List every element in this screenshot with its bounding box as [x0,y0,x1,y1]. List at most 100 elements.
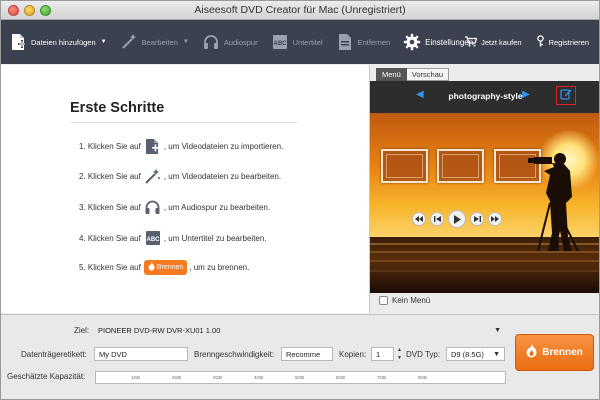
step-2: 2. Klicken Sie auf , um Videodateien zu … [79,167,281,185]
window-title: Aiseesoft DVD Creator für Mac (Unregistr… [194,4,406,16]
burn-speed-label: Brenngeschwindigkeit: [194,350,275,359]
flame-icon [526,344,537,361]
previous-button[interactable] [430,212,444,226]
step-3: 3. Klicken Sie auf , um Audiospur zu bea… [79,198,270,216]
subtitle-button[interactable]: ABC Untertitel [271,33,323,51]
fast-forward-button[interactable] [488,212,502,226]
disc-label-value: My DVD [99,350,127,359]
svg-text:ABC: ABC [273,41,287,47]
tab-preview[interactable]: Vorschau [406,68,450,81]
chapter-thumbnail-1[interactable] [381,149,428,183]
step-prefix: 3. Klicken Sie auf [79,202,141,212]
chapter-thumbnail-2[interactable] [437,149,484,183]
settings-button[interactable]: Einstellungen [403,33,473,51]
app-window: Aiseesoft DVD Creator für Mac (Unregistr… [0,0,600,400]
gear-icon [403,33,421,51]
title-bar: Aiseesoft DVD Creator für Mac (Unregistr… [1,1,599,20]
headphones-icon[interactable] [144,198,162,216]
capacity-tick-label: 4GB [254,375,264,380]
close-window-button[interactable] [8,5,19,16]
chevron-down-icon: ▼ [494,327,501,334]
remove-button[interactable]: Entfernen [336,33,391,51]
audio-track-button[interactable]: Audiospur [202,33,258,51]
capacity-label: Geschätzte Kapazität: [7,372,86,381]
audio-track-label: Audiospur [223,37,258,47]
menu-preview-segment: Menü Vorschau [376,68,450,81]
step-prefix: 2. Klicken Sie auf [79,171,141,181]
step-1: 1. Klicken Sie auf , um Videodateien zu … [79,137,283,155]
zoom-window-button[interactable] [40,5,51,16]
edit-menu-button[interactable] [556,86,576,105]
no-menu-checkbox[interactable] [379,296,388,305]
flame-icon [148,262,155,273]
burn-chip[interactable]: Brennen [143,260,188,275]
main-area: Erste Schritte 1. Klicken Sie auf , um V… [1,65,599,313]
capacity-tick-label: 8GB [418,375,428,380]
dvd-type-value: D9 (8.5G) [451,350,484,359]
copies-stepper[interactable]: ▲ ▼ [396,346,403,362]
magic-wand-icon [120,33,138,51]
style-selector: ◀ photography-style ▶ [370,81,599,113]
getting-started-panel: Erste Schritte 1. Klicken Sie auf , um V… [1,65,370,313]
capacity-tick-label: 2GB [172,375,182,380]
copies-input[interactable]: 1 [371,347,394,361]
headphones-icon [202,33,220,51]
buy-now-label: Jetzt kaufen [481,37,522,47]
chevron-down-icon: ▼ [182,39,189,45]
minimize-window-button[interactable] [24,5,35,16]
next-style-icon[interactable]: ▶ [522,89,530,100]
step-prefix: 5. Klicken Sie auf [79,263,141,272]
add-file-icon[interactable] [144,137,162,155]
chevron-down-icon: ▼ [100,39,107,45]
capacity-tick-label: 7GB [377,375,387,380]
add-files-label: Dateien hinzufügen [31,37,96,47]
cart-icon [465,35,478,49]
step-suffix: , um Videodateien zu bearbeiten. [163,171,282,181]
target-value: PIONEER DVD-RW DVR-XU01 1.00 [98,326,221,335]
capacity-tick-label: 1GB [131,375,141,380]
burn-speed-select[interactable]: Recomme [281,347,333,361]
step-suffix: , um Audiospur zu bearbeiten. [163,202,271,212]
step-4: 4. Klicken Sie auf ABC , um Untertitel z… [79,229,267,247]
step-prefix: 4. Klicken Sie auf [79,233,141,243]
disc-label-label: Datenträgeretikett: [21,350,87,359]
step-suffix: , um zu brennen. [189,263,250,272]
magic-wand-icon[interactable] [144,167,162,185]
next-button[interactable] [470,212,484,226]
chevron-down-icon: ▼ [493,351,500,358]
edit-button[interactable]: Bearbeiten ▼ [120,33,189,51]
rewind-button[interactable] [412,212,426,226]
register-button[interactable]: Registrieren [536,35,589,49]
subtitle-label: Untertitel [292,37,323,47]
menu-preview-image [370,113,599,293]
step-5: 5. Klicken Sie auf Brennen , um zu brenn… [79,260,249,275]
capacity-tick-label: 5GB [295,375,305,380]
capacity-tick-label: 6GB [336,375,346,380]
play-button[interactable] [448,210,466,228]
toolbar: Dateien hinzufügen ▼ Bearbeiten ▼ Audios… [1,20,599,64]
dvd-type-label: DVD Typ: [406,350,441,359]
edit-pencil-icon [560,87,572,105]
add-files-button[interactable]: Dateien hinzufügen ▼ [9,33,107,51]
buy-now-button[interactable]: Jetzt kaufen [465,35,522,49]
disc-label-input[interactable]: My DVD [94,347,188,361]
subtitle-icon[interactable]: ABC [144,229,162,247]
no-menu-label: Kein Menü [392,296,431,305]
target-select[interactable]: PIONEER DVD-RW DVR-XU01 1.00 ▼ [94,324,505,338]
dvd-type-select[interactable]: D9 (8.5G) ▼ [446,347,505,361]
step-prefix: 1. Klicken Sie auf [79,141,141,151]
register-label: Registrieren [548,37,589,47]
step-suffix: , um Videodateien zu importieren. [163,141,284,151]
copies-label: Kopien: [339,350,367,359]
svg-text:ABC: ABC [146,237,160,243]
remove-label: Entfernen [357,37,391,47]
tab-menu[interactable]: Menü [376,68,407,81]
burn-button[interactable]: Brennen [515,334,594,371]
copies-value: 1 [376,350,381,359]
remove-file-icon [336,33,354,51]
capacity-tick-label: 3GB [213,375,223,380]
no-menu-option[interactable]: Kein Menü [379,296,430,305]
menu-panel: Menü Vorschau ◀ photography-style ▶ Kein… [370,65,599,313]
burn-button-label: Brennen [542,347,583,358]
photographer-silhouette [528,153,579,252]
